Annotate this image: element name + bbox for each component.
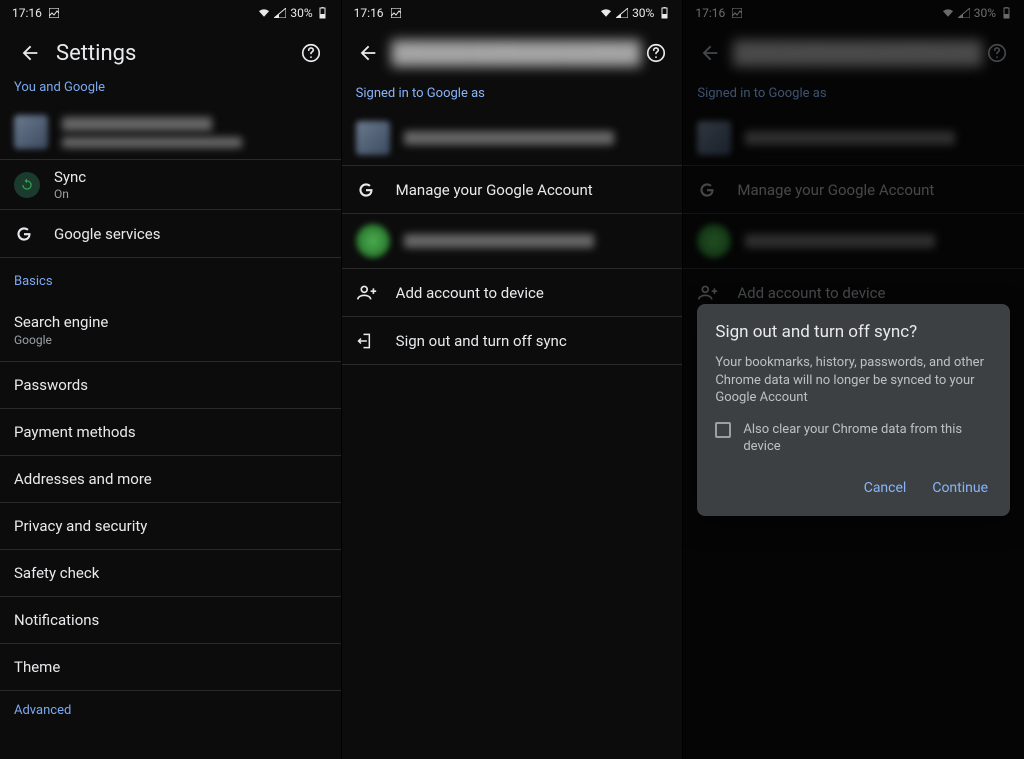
back-button[interactable] [12, 35, 48, 71]
status-battery: 30% [632, 6, 654, 20]
google-services-item[interactable]: Google services [0, 210, 341, 258]
arrow-back-icon [357, 42, 379, 64]
app-bar: Settings [0, 26, 341, 80]
account-email-blurred [404, 131, 614, 145]
page-title: Settings [56, 41, 293, 66]
payment-item[interactable]: Payment methods [0, 409, 341, 456]
google-services-label: Google services [54, 225, 327, 243]
section-basics: Basics [0, 258, 341, 299]
add-account-label: Add account to device [396, 284, 669, 302]
theme-item[interactable]: Theme [0, 644, 341, 691]
cancel-button[interactable]: Cancel [860, 474, 911, 502]
app-bar: ████████████████ [342, 26, 683, 80]
signed-in-header: Signed in to Google as [342, 80, 683, 111]
picture-icon [48, 7, 60, 19]
section-you-and-google: You and Google [0, 80, 341, 105]
page-title-blurred: ████████████████ [391, 40, 640, 66]
account-item[interactable] [0, 105, 341, 160]
sync-subtitle: On [54, 187, 327, 201]
passwords-item[interactable]: Passwords [0, 362, 341, 409]
help-icon [645, 42, 667, 64]
avatar [356, 121, 390, 155]
search-engine-item[interactable]: Search engine Google [0, 299, 341, 362]
secondary-account-item[interactable] [342, 214, 683, 269]
status-battery: 30% [290, 6, 312, 20]
search-engine-subtitle: Google [14, 333, 327, 347]
signal-icon [616, 7, 628, 19]
privacy-item[interactable]: Privacy and security [0, 503, 341, 550]
signal-icon [274, 7, 286, 19]
picture-icon [390, 7, 402, 19]
signout-label: Sign out and turn off sync [396, 332, 669, 350]
person-add-icon [356, 282, 396, 304]
wifi-icon [600, 7, 612, 19]
help-button[interactable] [293, 35, 329, 71]
sync-item[interactable]: Sync On [0, 160, 341, 210]
manage-account-item[interactable]: Manage your Google Account [342, 166, 683, 214]
section-advanced: Advanced [0, 691, 341, 728]
back-button[interactable] [354, 35, 384, 71]
account-name-blurred [62, 117, 212, 131]
battery-icon [658, 7, 670, 19]
arrow-back-icon [19, 42, 41, 64]
status-time: 17:16 [12, 6, 42, 20]
google-icon [14, 224, 54, 244]
status-time: 17:16 [354, 6, 384, 20]
account-screen: 17:16 30% ████████████████ Signed in to … [342, 0, 684, 759]
help-icon [300, 42, 322, 64]
sync-icon [14, 172, 40, 198]
signout-dialog: Sign out and turn off sync? Your bookmar… [697, 304, 1010, 516]
battery-icon [317, 7, 329, 19]
avatar [356, 224, 390, 258]
safety-item[interactable]: Safety check [0, 550, 341, 597]
signout-item[interactable]: Sign out and turn off sync [342, 317, 683, 365]
add-account-item[interactable]: Add account to device [342, 269, 683, 317]
manage-account-label: Manage your Google Account [396, 181, 669, 199]
account-email-blurred [62, 137, 242, 148]
search-engine-title: Search engine [14, 313, 327, 331]
primary-account-item[interactable] [342, 111, 683, 166]
status-bar: 17:16 30% [342, 0, 683, 26]
continue-button[interactable]: Continue [928, 474, 992, 502]
google-icon [356, 180, 396, 200]
clear-data-checkbox[interactable] [715, 422, 731, 438]
signout-icon [356, 331, 396, 351]
notifications-item[interactable]: Notifications [0, 597, 341, 644]
account-email-blurred [404, 234, 594, 248]
sync-title: Sync [54, 168, 327, 186]
clear-data-label: Also clear your Chrome data from this de… [743, 421, 992, 456]
wifi-icon [258, 7, 270, 19]
settings-screen: 17:16 30% Settings You and Google [0, 0, 342, 759]
signout-dialog-screen: 17:16 30% ████████████████ Signed in [683, 0, 1024, 759]
avatar [14, 115, 48, 149]
status-bar: 17:16 30% [0, 0, 341, 26]
dialog-title: Sign out and turn off sync? [715, 322, 992, 342]
help-button[interactable] [641, 35, 671, 71]
addresses-item[interactable]: Addresses and more [0, 456, 341, 503]
dialog-body: Your bookmarks, history, passwords, and … [715, 354, 992, 407]
